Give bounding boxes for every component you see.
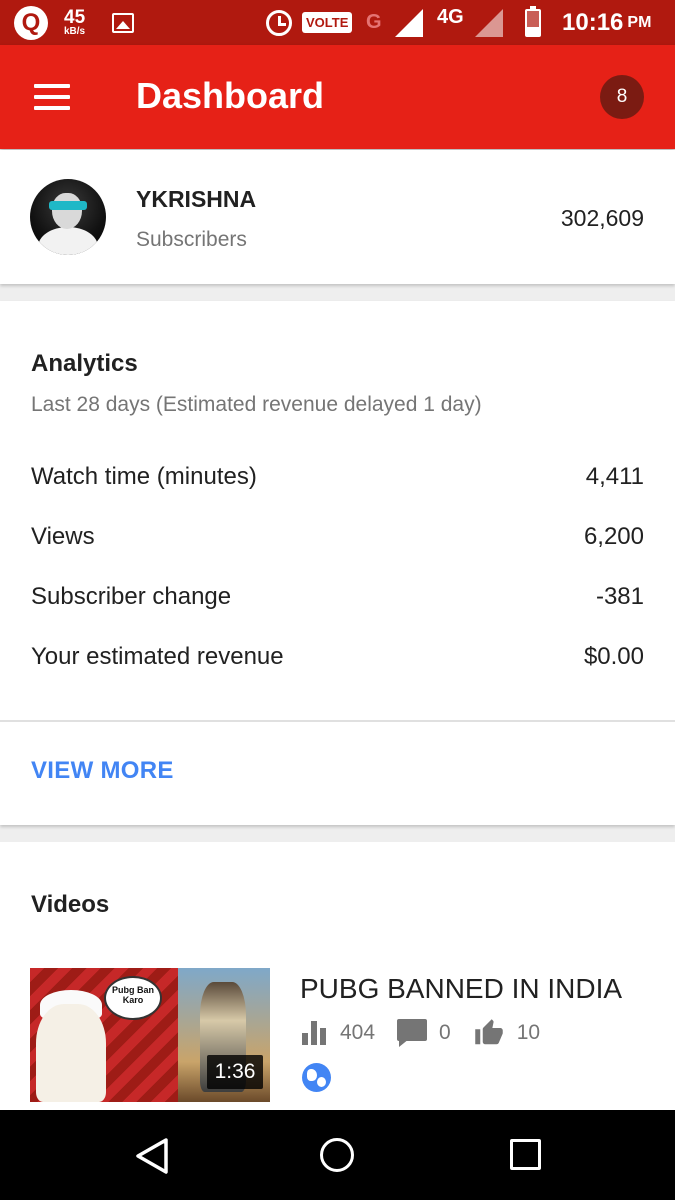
network-speed: 45 kB/s [64, 0, 85, 45]
video-views-count: 404 [340, 1021, 376, 1044]
videos-title: Videos [31, 891, 110, 918]
clock-time: 10:16 [562, 8, 624, 36]
thumbs-up-icon [474, 1019, 503, 1045]
video-title[interactable]: PUBG BANNED IN INDIA [300, 973, 640, 1005]
views-chart-icon [302, 1021, 328, 1045]
gallery-icon [112, 0, 134, 45]
analytics-row-label: Your estimated revenue [31, 643, 284, 670]
alarm-icon [266, 0, 292, 45]
analytics-row-value: -381 [595, 583, 644, 610]
clock: 10:16 PM [562, 0, 651, 45]
carrier-logo-icon: Q [14, 0, 48, 45]
analytics-row-label: Views [31, 523, 95, 550]
battery-icon [525, 0, 541, 45]
page-title: Dashboard [136, 75, 325, 116]
video-likes-count: 10 [516, 1021, 541, 1044]
volte-badge: VOLTE [302, 0, 353, 45]
analytics-row-watch-time: Watch time (minutes) 4,411 [31, 463, 644, 495]
analytics-row-views: Views 6,200 [31, 523, 644, 555]
status-bar: Q 45 kB/s VOLTE G 4G 10:16 PM [0, 0, 675, 45]
notification-badge[interactable]: 8 [600, 75, 644, 119]
video-comments-count: 0 [439, 1021, 451, 1044]
signal-icon-secondary [475, 0, 503, 45]
comment-icon [397, 1019, 428, 1047]
video-duration: 1:36 [207, 1055, 263, 1089]
analytics-row-label: Subscriber change [31, 583, 232, 610]
channel-name: YKRISHNA [136, 186, 257, 212]
menu-icon[interactable] [34, 84, 70, 110]
network-speed-value: 45 [64, 7, 86, 28]
clock-ampm: PM [627, 13, 652, 31]
view-more-button[interactable]: VIEW MORE [31, 757, 174, 785]
video-stats: 404 0 10 [302, 1016, 562, 1050]
analytics-row-value: $0.00 [583, 643, 644, 670]
analytics-row-subscriber-change: Subscriber change -381 [31, 583, 644, 615]
thumbnail-speech-bubble: Pubg Ban Karo [104, 976, 162, 1020]
avatar[interactable] [30, 179, 106, 255]
globe-icon [302, 1063, 331, 1092]
app-bar: Dashboard 8 [0, 45, 675, 149]
divider [0, 720, 675, 722]
analytics-title: Analytics [31, 350, 138, 377]
subscribers-count: 302,609 [560, 205, 644, 231]
analytics-row-value: 4,411 [585, 463, 644, 490]
network-g-label: G [366, 11, 382, 33]
analytics-row-revenue: Your estimated revenue $0.00 [31, 643, 644, 675]
network-type-label: 4G [437, 6, 464, 28]
analytics-subtitle: Last 28 days (Estimated revenue delayed … [31, 393, 482, 416]
home-icon[interactable] [320, 1138, 354, 1172]
analytics-row-label: Watch time (minutes) [31, 463, 257, 490]
analytics-card [0, 301, 675, 825]
signal-icon [395, 0, 423, 45]
subscribers-label: Subscribers [136, 228, 247, 251]
network-speed-unit: kB/s [64, 26, 86, 37]
analytics-row-value: 6,200 [583, 523, 644, 550]
recent-apps-icon[interactable] [510, 1139, 541, 1170]
navigation-bar [0, 1110, 675, 1200]
back-icon[interactable] [134, 1137, 170, 1175]
